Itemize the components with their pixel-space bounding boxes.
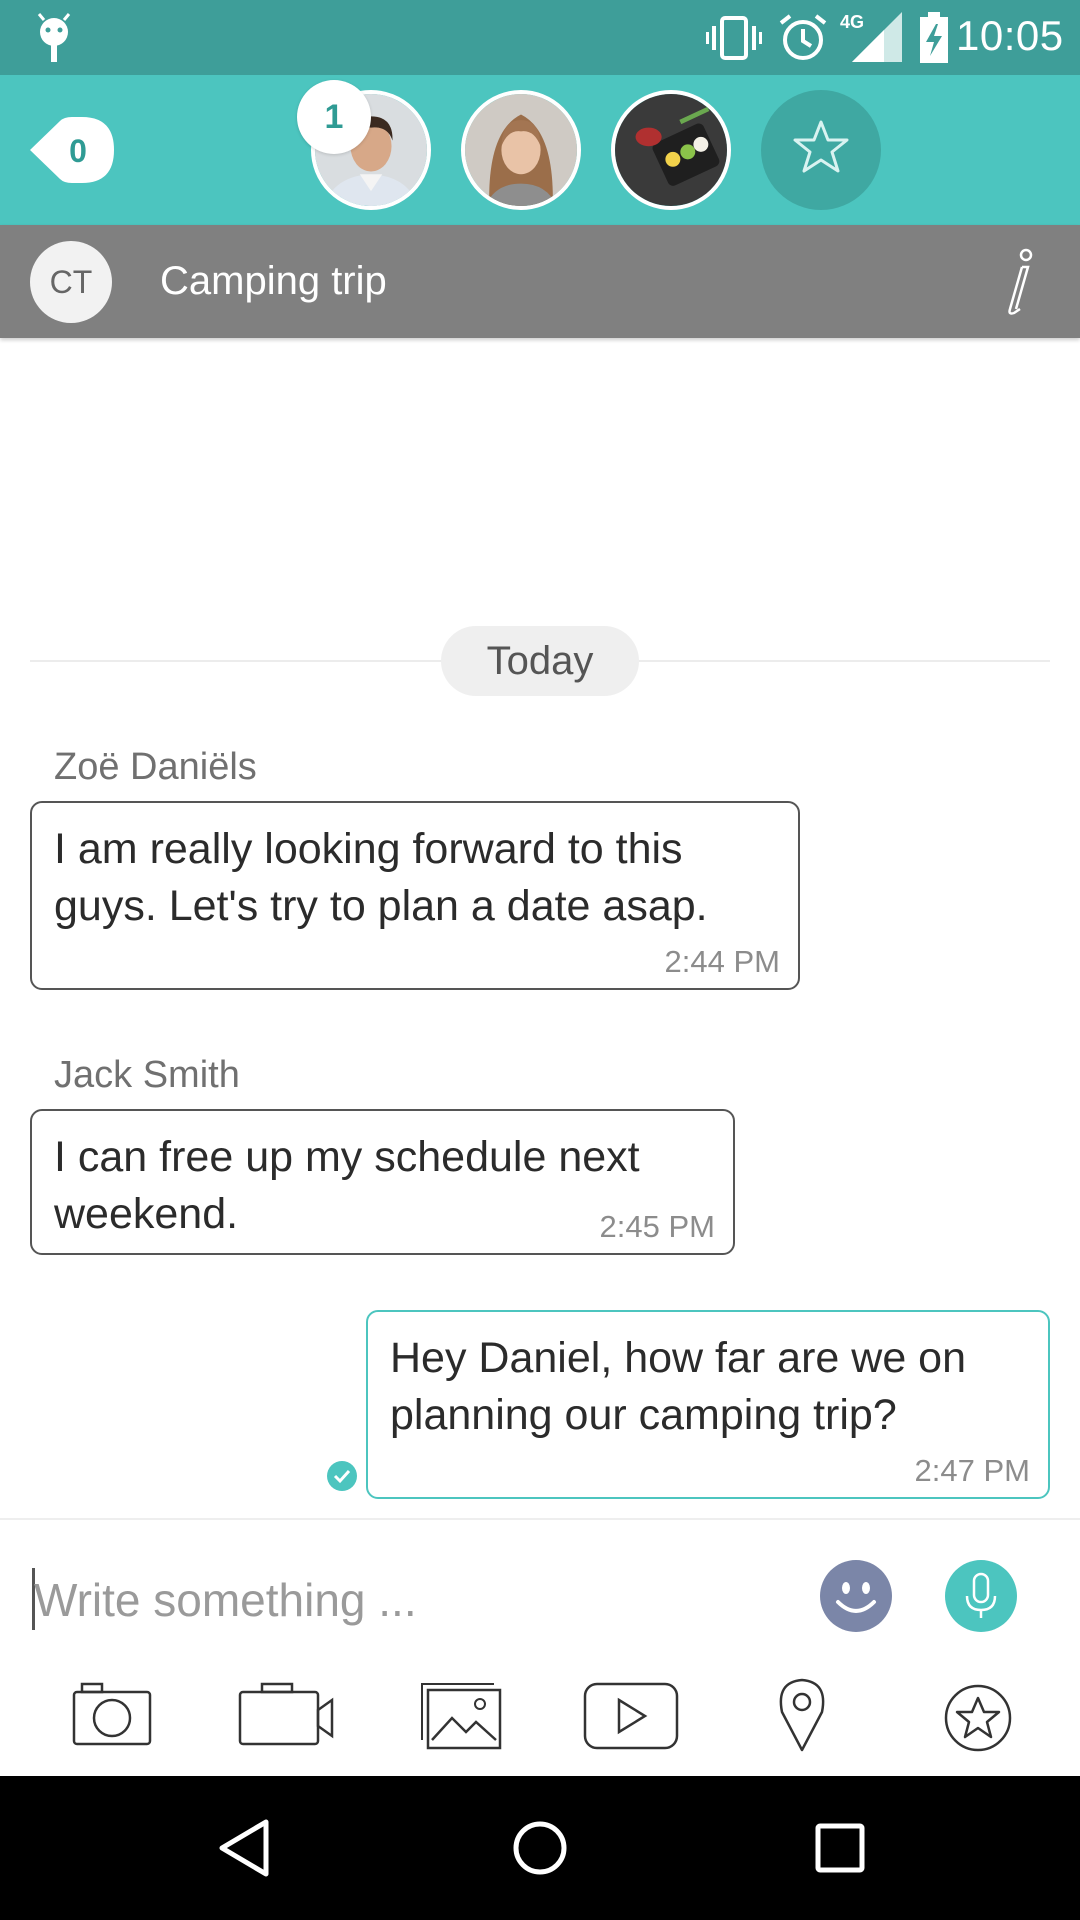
status-time: 10:05: [956, 12, 1064, 59]
back-button[interactable]: [208, 1812, 280, 1884]
home-button[interactable]: [504, 1812, 576, 1884]
group-header[interactable]: CT Camping trip: [0, 225, 1080, 338]
message-bubble-outgoing[interactable]: Hey Daniel, how far are we on planning o…: [366, 1310, 1050, 1499]
star-icon: [793, 120, 849, 173]
location-button[interactable]: [752, 1676, 852, 1756]
home-icon: [513, 1821, 567, 1875]
recents-icon: [815, 1823, 865, 1873]
camera-icon: [72, 1682, 152, 1746]
info-icon[interactable]: [996, 247, 1040, 317]
group-avatar[interactable]: CT: [30, 241, 112, 323]
vibrate-icon: [706, 16, 762, 60]
youtube-icon: [583, 1682, 679, 1750]
message-line: I can free up my schedule next: [54, 1133, 640, 1181]
recents-button[interactable]: [804, 1812, 876, 1884]
emoji-button[interactable]: [820, 1560, 892, 1632]
signal-icon: 4G: [840, 12, 902, 62]
gallery-button[interactable]: [410, 1676, 510, 1756]
video-camera-icon: [238, 1682, 334, 1746]
android-icon: [37, 13, 71, 62]
message-bubble[interactable]: I am really looking forward to this guys…: [30, 801, 800, 990]
favorites-button[interactable]: [761, 90, 881, 210]
status-bar: 4G 10:05: [0, 0, 1080, 75]
message-line: guys. Let's try to plan a date asap.: [54, 882, 708, 930]
composer-divider: [0, 1518, 1080, 1520]
message-line: Hey Daniel, how far are we on: [390, 1334, 967, 1382]
message-sender: Zoë Daniëls: [54, 746, 257, 788]
sent-check-icon: [327, 1461, 357, 1491]
message-input[interactable]: [34, 1568, 794, 1632]
attachment-toolbar: [10, 1676, 1080, 1776]
alarm-icon: [779, 14, 827, 60]
battery-charging-icon: [920, 12, 948, 63]
sticker-button[interactable]: [928, 1676, 1028, 1756]
back-icon: [219, 1819, 269, 1877]
message-time: 2:45 PM: [599, 1209, 715, 1244]
star-icon: [944, 1684, 1012, 1752]
avatar-woman[interactable]: [461, 90, 581, 210]
message-line: I am really looking forward to this: [54, 825, 683, 873]
message-line: planning our camping trip?: [390, 1391, 897, 1439]
location-pin-icon: [779, 1678, 825, 1752]
message-time: 2:44 PM: [664, 944, 780, 979]
video-button[interactable]: [230, 1676, 340, 1756]
microphone-button[interactable]: [945, 1560, 1017, 1632]
youtube-button[interactable]: [575, 1676, 685, 1756]
unread-badge: 1: [297, 80, 371, 154]
smiley-icon: [836, 1582, 876, 1613]
avatar-food[interactable]: [611, 90, 731, 210]
group-title: Camping trip: [160, 259, 387, 303]
network-type-label: 4G: [840, 12, 864, 32]
date-divider: Today: [441, 626, 639, 696]
camera-button[interactable]: [60, 1676, 160, 1756]
message-time: 2:47 PM: [914, 1453, 1030, 1488]
gallery-icon: [421, 1683, 502, 1750]
system-navigation-bar: [0, 1776, 1080, 1920]
unread-count: 0: [69, 133, 87, 169]
message-bubble[interactable]: I can free up my schedule next weekend. …: [30, 1109, 735, 1255]
contact-strip: 0 1: [0, 75, 1080, 225]
message-sender: Jack Smith: [54, 1054, 240, 1096]
microphone-icon: [965, 1572, 997, 1618]
